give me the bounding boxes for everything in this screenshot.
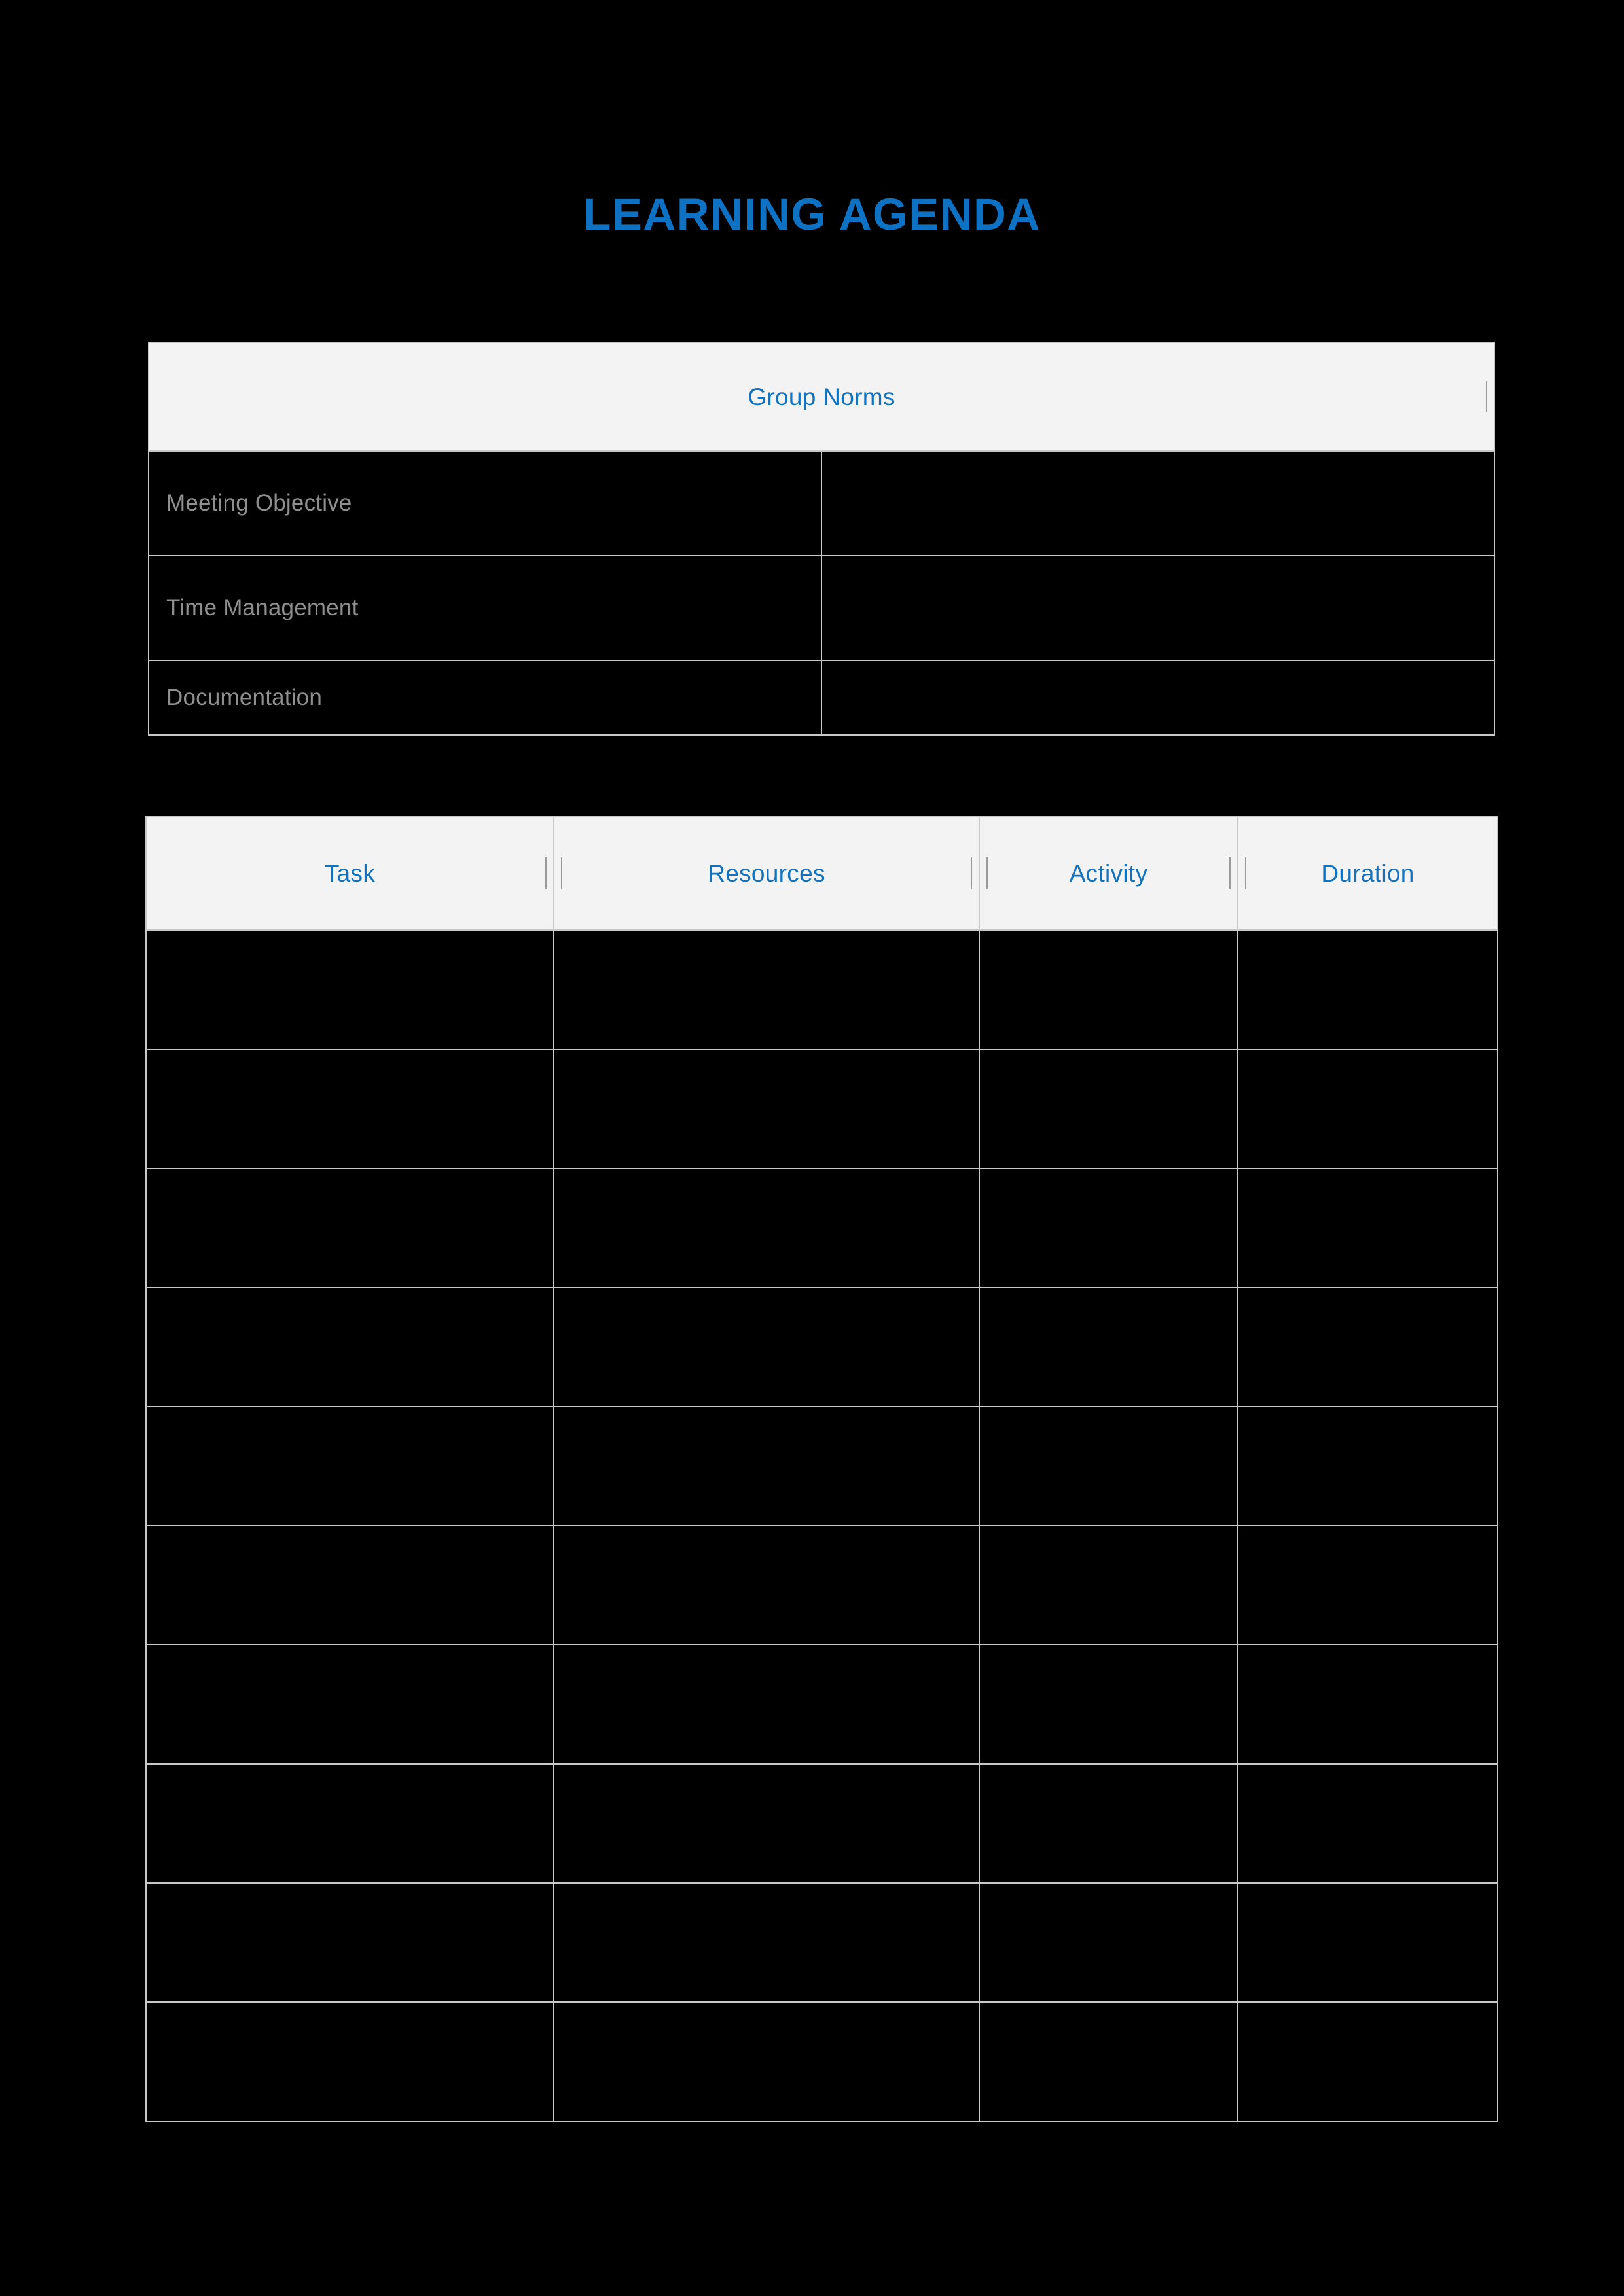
text-caret-tick-icon <box>971 857 972 889</box>
table-row <box>145 1525 1498 1645</box>
agenda-cell-duration[interactable] <box>1237 929 1498 1050</box>
agenda-cell-resources[interactable] <box>553 1882 980 2003</box>
table-row <box>145 1406 1498 1526</box>
text-caret-tick-icon <box>545 857 547 889</box>
text-caret-tick-icon <box>561 857 562 889</box>
table-row <box>145 2001 1498 2122</box>
agenda-column-header-duration: Duration <box>1237 816 1498 931</box>
agenda-column-header-task: Task <box>145 816 554 931</box>
agenda-cell-task[interactable] <box>145 1525 554 1645</box>
agenda-cell-task[interactable] <box>145 929 554 1050</box>
agenda-cell-activity[interactable] <box>979 1644 1238 1765</box>
agenda-cell-task[interactable] <box>145 1049 554 1169</box>
agenda-column-header-activity: Activity <box>979 816 1238 931</box>
agenda-cell-resources[interactable] <box>553 1287 980 1407</box>
agenda-cell-resources[interactable] <box>553 1168 980 1288</box>
agenda-cell-duration[interactable] <box>1237 1882 1498 2003</box>
agenda-cell-resources[interactable] <box>553 1644 980 1765</box>
page-canvas: LEARNING AGENDA Group Norms Meeting Obje… <box>0 0 1624 2296</box>
table-row <box>145 1287 1498 1407</box>
agenda-cell-duration[interactable] <box>1237 1644 1498 1765</box>
table-row: Documentation <box>148 660 1495 736</box>
agenda-cell-activity[interactable] <box>979 1406 1238 1526</box>
agenda-cell-activity[interactable] <box>979 1882 1238 2003</box>
agenda-cell-task[interactable] <box>145 1882 554 2003</box>
table-row <box>145 1049 1498 1169</box>
agenda-cell-activity[interactable] <box>979 2001 1238 2122</box>
agenda-cell-resources[interactable] <box>553 929 980 1050</box>
text-caret-tick-icon <box>1245 857 1246 889</box>
agenda-cell-activity[interactable] <box>979 1763 1238 1884</box>
agenda-table: Task Resources Activity Duration <box>145 816 1498 2122</box>
text-caret-tick-icon <box>1486 381 1487 412</box>
group-norms-header-label: Group Norms <box>748 383 895 410</box>
group-norms-value-meeting-objective[interactable] <box>821 450 1495 556</box>
group-norms-value-time-management[interactable] <box>821 555 1495 661</box>
agenda-cell-duration[interactable] <box>1237 1406 1498 1526</box>
agenda-cell-resources[interactable] <box>553 1406 980 1526</box>
agenda-cell-task[interactable] <box>145 1287 554 1407</box>
table-row <box>145 929 1498 1050</box>
agenda-column-header-resources: Resources <box>553 816 980 931</box>
agenda-cell-activity[interactable] <box>979 1525 1238 1645</box>
table-row: Time Management <box>148 555 1495 661</box>
text-caret-tick-icon <box>986 857 988 889</box>
agenda-cell-task[interactable] <box>145 1644 554 1765</box>
agenda-header-label-task: Task <box>324 859 376 887</box>
page-title: LEARNING AGENDA <box>583 189 1041 240</box>
group-norms-table: Group Norms Meeting Objective Time Manag… <box>148 342 1495 736</box>
agenda-cell-task[interactable] <box>145 2001 554 2122</box>
agenda-cell-duration[interactable] <box>1237 2001 1498 2122</box>
agenda-table-body <box>145 929 1498 2122</box>
agenda-header-label-duration: Duration <box>1321 859 1415 887</box>
group-norms-header-cell: Group Norms <box>148 342 1495 452</box>
agenda-cell-activity[interactable] <box>979 1287 1238 1407</box>
agenda-cell-duration[interactable] <box>1237 1525 1498 1645</box>
agenda-cell-duration[interactable] <box>1237 1168 1498 1288</box>
group-norms-label-time-management: Time Management <box>148 555 822 661</box>
agenda-cell-duration[interactable] <box>1237 1763 1498 1884</box>
group-norms-label-documentation: Documentation <box>148 660 822 736</box>
table-row: Meeting Objective <box>148 450 1495 556</box>
agenda-cell-resources[interactable] <box>553 1525 980 1645</box>
agenda-cell-resources[interactable] <box>553 2001 980 2122</box>
text-caret-tick-icon <box>1229 857 1231 889</box>
group-norms-header-row: Group Norms <box>148 342 1495 452</box>
agenda-header-label-activity: Activity <box>1069 859 1148 887</box>
table-row <box>145 1168 1498 1288</box>
agenda-cell-task[interactable] <box>145 1168 554 1288</box>
table-row <box>145 1882 1498 2003</box>
agenda-cell-activity[interactable] <box>979 1168 1238 1288</box>
agenda-cell-task[interactable] <box>145 1763 554 1884</box>
agenda-cell-task[interactable] <box>145 1406 554 1526</box>
group-norms-label-meeting-objective: Meeting Objective <box>148 450 822 556</box>
agenda-cell-resources[interactable] <box>553 1763 980 1884</box>
group-norms-value-documentation[interactable] <box>821 660 1495 736</box>
agenda-cell-duration[interactable] <box>1237 1287 1498 1407</box>
agenda-cell-activity[interactable] <box>979 929 1238 1050</box>
agenda-cell-resources[interactable] <box>553 1049 980 1169</box>
agenda-cell-duration[interactable] <box>1237 1049 1498 1169</box>
table-row <box>145 1763 1498 1884</box>
agenda-cell-activity[interactable] <box>979 1049 1238 1169</box>
agenda-header-label-resources: Resources <box>708 859 825 887</box>
table-row <box>145 1644 1498 1765</box>
agenda-header-row: Task Resources Activity Duration <box>145 816 1498 931</box>
